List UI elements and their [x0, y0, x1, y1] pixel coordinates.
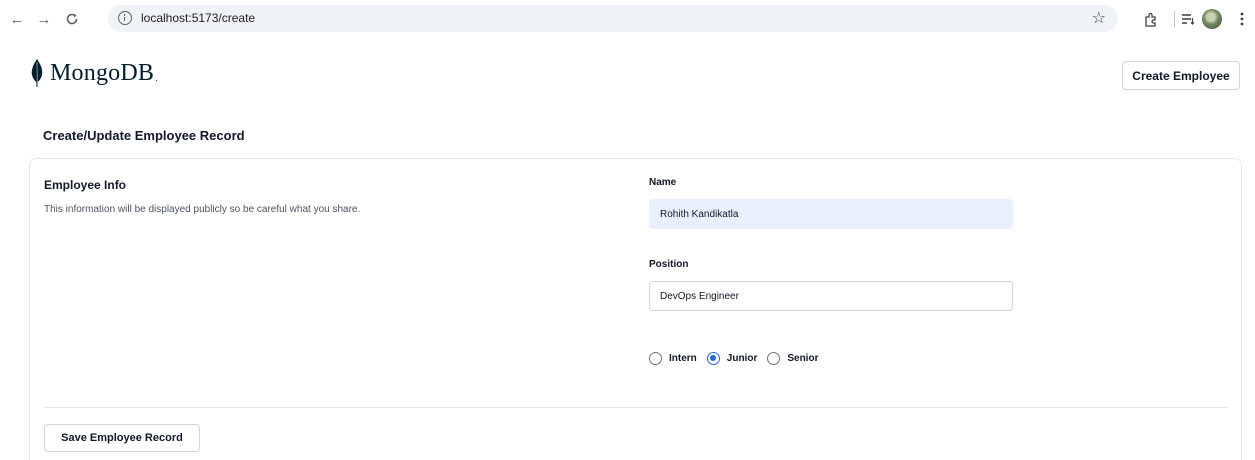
page-title: Create/Update Employee Record	[43, 128, 245, 143]
radio-junior[interactable]	[706, 352, 720, 365]
section-description: This information will be displayed publi…	[44, 204, 361, 215]
mongodb-logo[interactable]: MongoDB .	[30, 58, 158, 88]
radio-label-intern[interactable]: Intern	[669, 353, 697, 364]
radio-senior[interactable]	[767, 352, 781, 365]
back-icon[interactable]: ←	[7, 9, 27, 29]
toolbar-separator	[1174, 11, 1175, 27]
position-input[interactable]: DevOps Engineer	[649, 281, 1013, 311]
forward-icon[interactable]: →	[34, 9, 54, 29]
logo-text: MongoDB	[50, 59, 155, 86]
address-bar[interactable]: localhost:5173/create ☆	[108, 5, 1118, 32]
create-employee-button[interactable]: Create Employee	[1122, 61, 1240, 90]
save-employee-record-button[interactable]: Save Employee Record	[44, 424, 200, 452]
browser-toolbar: ← → localhost:5173/create ☆	[0, 0, 1255, 38]
profile-avatar[interactable]	[1202, 9, 1222, 29]
employee-form-card: Employee Info This information will be d…	[29, 158, 1242, 460]
position-label: Position	[649, 259, 689, 270]
section-title: Employee Info	[44, 178, 127, 192]
mongodb-leaf-icon	[31, 59, 43, 87]
name-label: Name	[649, 177, 677, 188]
more-menu-icon[interactable]	[1232, 9, 1252, 29]
reading-list-icon[interactable]	[1178, 9, 1198, 29]
reload-icon[interactable]	[62, 9, 82, 29]
logo-dot: .	[155, 73, 158, 83]
radio-intern[interactable]	[649, 352, 662, 365]
form-divider	[44, 407, 1228, 408]
radio-label-junior[interactable]: Junior	[727, 353, 758, 364]
site-info-icon[interactable]	[118, 11, 132, 25]
name-input[interactable]: Rohith Kandikatla	[649, 199, 1013, 229]
radio-label-senior[interactable]: Senior	[787, 353, 818, 364]
extensions-icon[interactable]	[1140, 9, 1160, 29]
address-url: localhost:5173/create	[141, 11, 256, 25]
bookmark-star-icon[interactable]: ☆	[1092, 8, 1106, 28]
level-radio-group: Intern Junior Senior	[649, 352, 828, 365]
